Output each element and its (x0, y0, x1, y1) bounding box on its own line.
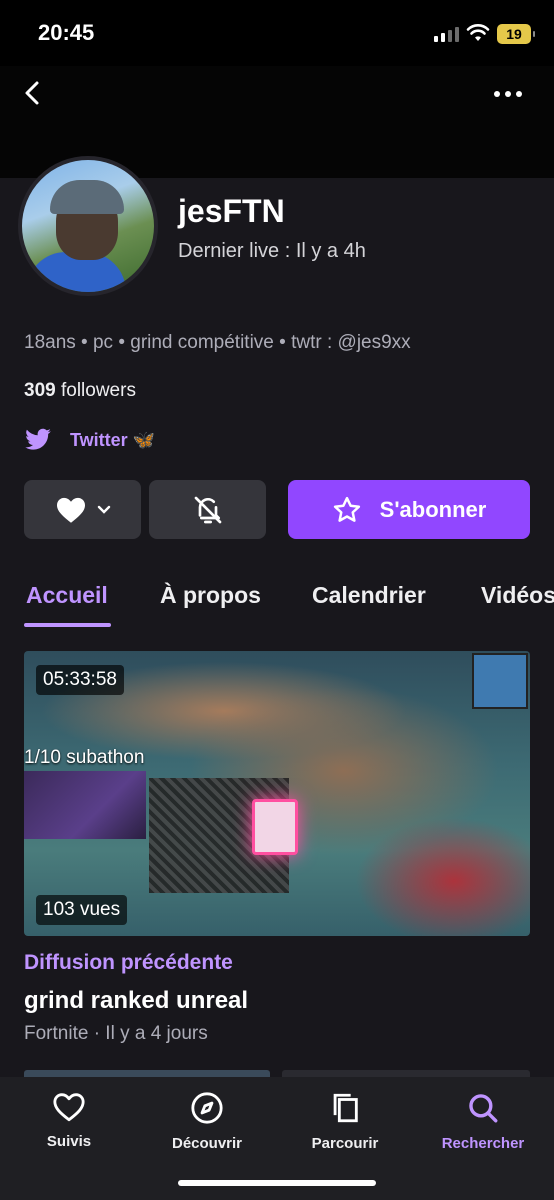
back-arrow-icon[interactable] (18, 78, 48, 108)
nav-label: Suivis (46, 1133, 92, 1150)
nav-rechercher[interactable]: Rechercher (414, 1091, 552, 1152)
avatar[interactable] (18, 156, 158, 296)
cellular-signal-icon (434, 26, 459, 42)
star-icon (333, 496, 360, 522)
followers-number: 309 (24, 380, 56, 401)
heart-icon (56, 497, 85, 523)
followers-label: followers (60, 380, 136, 401)
heart-icon (53, 1093, 85, 1122)
chevron-down-icon (97, 505, 110, 514)
stream-overlay-text: 1/10 subathon (24, 747, 145, 768)
channel-name: jesFTN (178, 193, 285, 229)
nav-label: Rechercher (441, 1135, 525, 1152)
channel-bio: 18ans • pc • grind compétitive • twtr : … (24, 332, 411, 353)
vod-duration-badge: 05:33:58 (36, 665, 124, 695)
vod-meta: Fortnite · Il y a 4 jours (24, 1023, 208, 1044)
vod-views-badge: 103 vues (36, 895, 128, 925)
vod-title[interactable]: grind ranked unreal (24, 987, 248, 1015)
twitter-link-label: Twitter 🦋 (70, 429, 156, 450)
tab-a-propos[interactable]: À propos (160, 582, 261, 609)
nav-parcourir[interactable]: Parcourir (276, 1091, 414, 1152)
status-bar: 20:45 19 (0, 0, 554, 66)
nav-decouvrir[interactable]: Découvrir (138, 1091, 276, 1152)
notifications-button[interactable] (149, 480, 266, 539)
followers-count: 309 followers (24, 380, 136, 402)
facecam-overlay (24, 771, 146, 839)
follow-button[interactable] (24, 480, 141, 539)
profile-tabs: Accueil À propos Calendrier Vidéos (0, 578, 554, 630)
subscribe-button[interactable]: S'abonner (288, 480, 530, 539)
nav-label: Découvrir (171, 1135, 243, 1152)
status-time: 20:45 (38, 20, 95, 45)
vod-section-label: Diffusion précédente (24, 951, 233, 974)
game-item-card (252, 799, 298, 855)
active-tab-indicator (24, 623, 111, 627)
nav-suivis[interactable]: Suivis (0, 1091, 138, 1150)
last-live-status: Dernier live : Il y a 4h (178, 240, 366, 262)
search-icon (469, 1094, 498, 1123)
vod-thumbnail[interactable]: 05:33:58 1/10 subathon 103 vues (24, 651, 530, 936)
tab-calendrier[interactable]: Calendrier (312, 582, 426, 609)
compass-icon (191, 1092, 223, 1124)
twitter-icon (25, 428, 51, 450)
home-indicator[interactable] (178, 1180, 376, 1186)
twitter-link[interactable]: Twitter 🦋 (24, 428, 155, 452)
nav-label: Parcourir (311, 1135, 379, 1152)
browse-icon (333, 1093, 358, 1123)
tab-accueil[interactable]: Accueil (26, 582, 108, 609)
tab-videos[interactable]: Vidéos (481, 582, 554, 609)
subscribe-label: S'abonner (379, 496, 487, 522)
battery-indicator: 19 (497, 24, 535, 44)
game-minimap (472, 653, 528, 709)
bell-off-icon (194, 496, 221, 523)
more-options-button[interactable] (494, 86, 526, 102)
wifi-icon (466, 24, 490, 41)
